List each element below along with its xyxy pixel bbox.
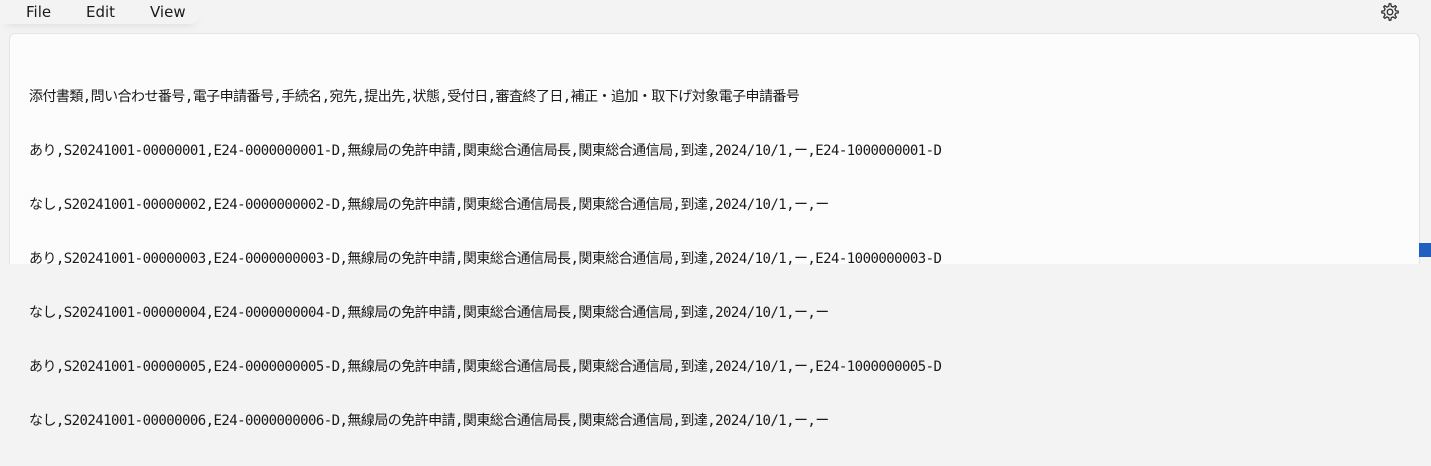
- menu-file[interactable]: File: [26, 3, 51, 21]
- settings-button[interactable]: [1379, 1, 1401, 23]
- text-line: なし,S20241001-00000002,E24-0000000002-D,無…: [29, 197, 829, 213]
- document-text[interactable]: 添付書類,問い合わせ番号,電子申請番号,手続名,宛先,提出先,状態,受付日,審査…: [29, 52, 942, 466]
- vertical-scrollbar[interactable]: [1421, 33, 1431, 243]
- text-editor[interactable]: 添付書類,問い合わせ番号,電子申請番号,手続名,宛先,提出先,状態,受付日,審査…: [9, 33, 1420, 429]
- text-line: なし,S20241001-00000004,E24-0000000004-D,無…: [29, 305, 829, 321]
- menu-edit[interactable]: Edit: [86, 3, 115, 21]
- taskbar-accent-edge: [1419, 243, 1431, 257]
- text-line: なし,S20241001-00000006,E24-0000000006-D,無…: [29, 413, 829, 429]
- text-line: あり,S20241001-00000001,E24-0000000001-D,無…: [29, 143, 942, 159]
- menu-bar: File Edit View: [0, 0, 1431, 30]
- notepad-window: File Edit View 添付書類,問い合わせ番号,電子申請番号,手続名,宛…: [0, 0, 1431, 429]
- menu-view[interactable]: View: [150, 3, 186, 21]
- gear-icon: [1381, 3, 1399, 21]
- text-line: あり,S20241001-00000003,E24-0000000003-D,無…: [29, 251, 942, 267]
- text-line-header: 添付書類,問い合わせ番号,電子申請番号,手続名,宛先,提出先,状態,受付日,審査…: [29, 89, 800, 105]
- text-line: あり,S20241001-00000005,E24-0000000005-D,無…: [29, 359, 942, 375]
